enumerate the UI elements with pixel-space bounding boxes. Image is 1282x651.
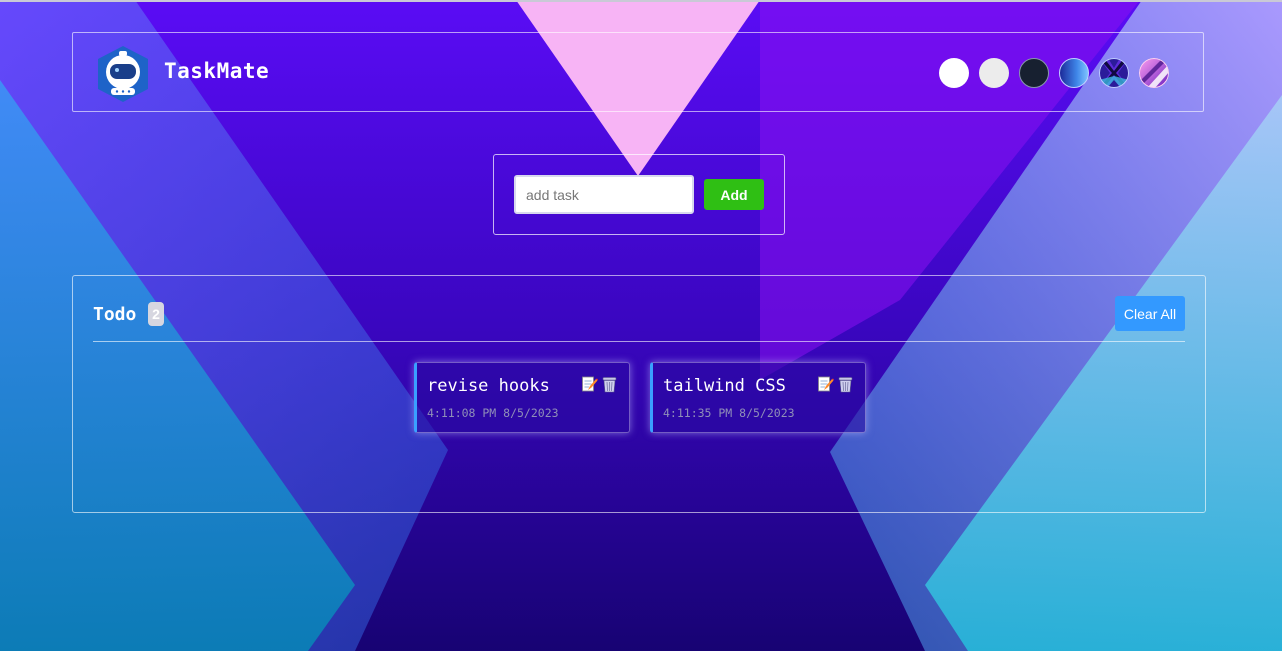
clear-all-button[interactable]: Clear All (1115, 296, 1185, 331)
todo-title: Todo (93, 304, 137, 325)
theme-blue-gradient-button[interactable] (1059, 58, 1089, 88)
task-timestamp: 4:11:35 PM 8/5/2023 (663, 406, 795, 420)
edit-icon[interactable] (817, 376, 834, 393)
edit-icon[interactable] (581, 376, 598, 393)
todo-count-badge: 2 (148, 302, 164, 326)
todo-divider (93, 341, 1185, 342)
add-task-button[interactable]: Add (704, 179, 764, 210)
todo-panel: Todo 2 Clear All revise hooks 4:11:08 PM… (72, 275, 1206, 513)
task-timestamp: 4:11:08 PM 8/5/2023 (427, 406, 559, 420)
theme-dark-button[interactable] (1019, 58, 1049, 88)
task-name: tailwind CSS (663, 376, 786, 396)
astronaut-logo-icon (98, 46, 148, 102)
top-border (0, 0, 1282, 2)
trash-icon[interactable] (837, 376, 854, 393)
task-name: revise hooks (427, 376, 550, 396)
add-task-input[interactable] (514, 175, 694, 214)
app-title: TaskMate (164, 59, 270, 83)
theme-light-gray-button[interactable] (979, 58, 1009, 88)
task-card: revise hooks 4:11:08 PM 8/5/2023 (414, 362, 630, 433)
theme-pink-stripe-button[interactable] (1139, 58, 1169, 88)
trash-icon[interactable] (601, 376, 618, 393)
add-task-form: Add (493, 154, 785, 235)
app-header: TaskMate (72, 32, 1204, 112)
theme-x-pattern-button[interactable] (1099, 58, 1129, 88)
task-card: tailwind CSS 4:11:35 PM 8/5/2023 (650, 362, 866, 433)
theme-switcher (939, 58, 1169, 88)
theme-white-button[interactable] (939, 58, 969, 88)
